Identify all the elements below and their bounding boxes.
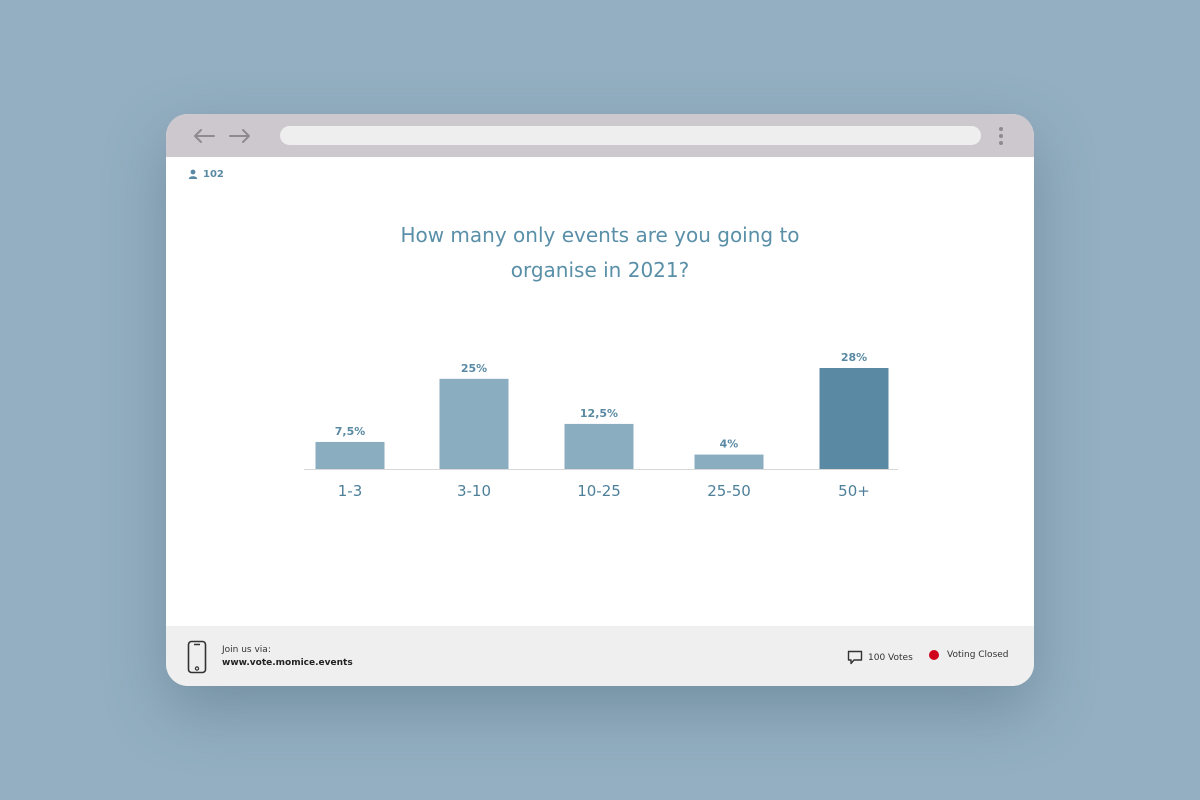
voting-status: Voting Closed bbox=[929, 650, 1009, 660]
vote-count-label: 100 Votes bbox=[868, 652, 913, 663]
bar-value-label: 25% bbox=[461, 362, 487, 375]
category-label: 25-50 bbox=[707, 482, 751, 500]
category-label: 10-25 bbox=[577, 482, 621, 500]
bar-50+ bbox=[819, 368, 889, 469]
voting-status-label: Voting Closed bbox=[947, 650, 1009, 660]
results-bar-chart: 7,5% 1-3 25% 3-10 12,5% 10-25 4% 25-50 28% 50+ bbox=[304, 351, 898, 500]
bar-1-3 bbox=[315, 441, 385, 469]
phone-icon bbox=[187, 640, 207, 674]
browser-window: 102 How many only events are you going t… bbox=[166, 114, 1034, 686]
bar-value-label: 4% bbox=[720, 438, 739, 451]
join-label: Join us via: bbox=[222, 645, 271, 655]
status-dot-icon bbox=[929, 650, 939, 660]
category-label: 1-3 bbox=[338, 482, 363, 500]
footer-bar: Join us via: www.vote.momice.events 100 … bbox=[166, 626, 1034, 686]
vote-count: 100 Votes bbox=[847, 650, 913, 665]
join-url-link[interactable]: www.vote.momice.events bbox=[222, 658, 353, 668]
bar-25-50 bbox=[694, 454, 764, 469]
bar-value-label: 12,5% bbox=[580, 407, 618, 420]
category-label: 50+ bbox=[838, 482, 870, 500]
comment-icon bbox=[847, 650, 863, 665]
category-label: 3-10 bbox=[457, 482, 491, 500]
bar-3-10 bbox=[439, 378, 509, 469]
bar-value-label: 7,5% bbox=[335, 425, 366, 438]
bar-10-25 bbox=[564, 423, 634, 469]
bar-value-label: 28% bbox=[841, 351, 867, 364]
